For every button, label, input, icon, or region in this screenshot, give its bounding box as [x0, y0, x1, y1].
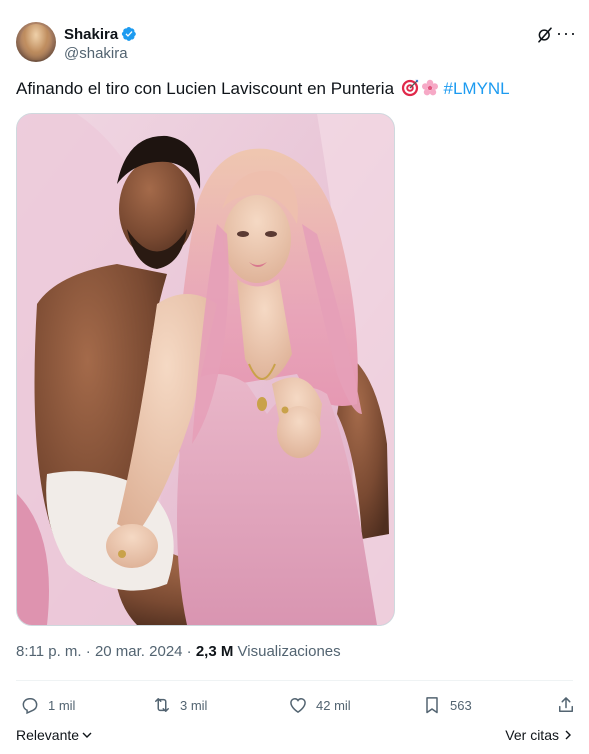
reply-icon: [22, 698, 38, 715]
bookmark-icon: [426, 697, 438, 714]
verified-badge-icon: [122, 26, 137, 41]
target-emoji-icon: [401, 79, 418, 97]
tweet-text: Afinando el tiro con Lucien Laviscount e…: [16, 78, 576, 100]
reply-count: 1 mil: [48, 697, 76, 713]
replies-bar: Relevante Ver citas: [16, 727, 576, 747]
cherry-blossom-emoji-icon: [421, 79, 438, 96]
author-names: Shakira @shakira: [64, 24, 137, 62]
views-count: 2,3 M: [195, 643, 234, 660]
tweet-header: Shakira @shakira ···: [16, 22, 576, 66]
sort-label: Relevante: [16, 727, 80, 743]
bookmark-count: 563: [450, 697, 472, 713]
retweet-icon: [155, 698, 169, 712]
meta-separator: ·: [85, 643, 91, 660]
tweet-text-main: Afinando el tiro con Lucien Laviscount e…: [16, 79, 395, 98]
tweet-date[interactable]: 20 mar. 2024: [95, 643, 183, 660]
share-button[interactable]: [556, 693, 576, 717]
view-quotes-link[interactable]: Ver citas: [505, 727, 574, 743]
grok-icon[interactable]: [536, 26, 554, 44]
chevron-right-icon: [565, 730, 571, 740]
tweet-meta: 8:11 p. m. · 20 mar. 2024 · 2,3 M Visual…: [16, 643, 341, 660]
retweet-button[interactable]: 3 mil: [152, 693, 207, 717]
divider: [16, 680, 573, 681]
share-icon: [559, 697, 573, 712]
tweet-photo[interactable]: [16, 113, 395, 626]
more-icon[interactable]: ···: [556, 24, 576, 44]
views-label: Visualizaciones: [237, 643, 341, 660]
handle[interactable]: @shakira: [64, 45, 137, 62]
display-name[interactable]: Shakira: [64, 26, 118, 43]
like-button[interactable]: 42 mil: [288, 693, 351, 717]
action-bar: 1 mil 3 mil 42 mil 563: [16, 693, 576, 717]
display-name-row: Shakira: [64, 24, 137, 44]
quotes-label: Ver citas: [505, 727, 559, 743]
reply-button[interactable]: 1 mil: [20, 693, 75, 717]
bookmark-button[interactable]: 563: [422, 693, 472, 717]
avatar-image: [20, 24, 52, 60]
meta-separator: ·: [186, 643, 192, 660]
like-count: 42 mil: [316, 697, 351, 713]
heart-icon: [290, 697, 306, 713]
photo-illustration: [17, 114, 394, 625]
hashtag-link[interactable]: #LMYNL: [444, 79, 510, 98]
tweet: Shakira @shakira ··· Afinando el tiro co…: [0, 0, 589, 754]
chevron-down-icon: [82, 732, 92, 738]
tweet-time[interactable]: 8:11 p. m.: [16, 643, 82, 660]
sort-dropdown[interactable]: Relevante: [16, 727, 93, 743]
avatar[interactable]: [16, 22, 56, 62]
retweet-count: 3 mil: [180, 697, 208, 713]
